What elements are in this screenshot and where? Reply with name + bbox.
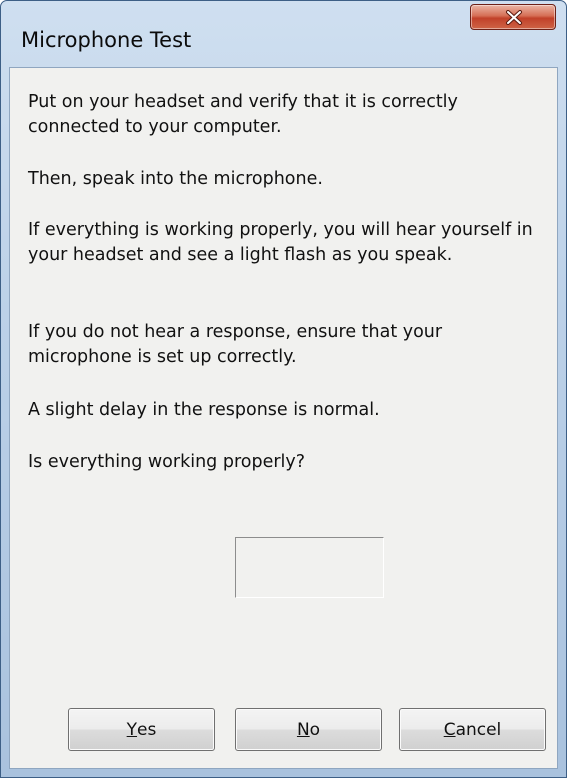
instruction-no-response: If you do not hear a response, ensure th…	[28, 322, 443, 367]
microphone-test-dialog: Microphone Test Put on your headset and …	[0, 0, 567, 778]
instruction-speak: Then, speak into the microphone.	[28, 169, 323, 189]
yes-button-accelerator: Y	[126, 719, 138, 740]
no-button-accelerator: N	[296, 719, 310, 740]
cancel-button[interactable]: Cancel	[399, 708, 546, 751]
dialog-body: Put on your headset and verify that it i…	[9, 67, 558, 769]
instruction-working: If everything is working properly, you w…	[28, 220, 533, 265]
yes-button-label: es	[137, 719, 157, 740]
no-button[interactable]: No	[235, 708, 382, 751]
close-button[interactable]	[470, 4, 556, 30]
instruction-headset: Put on your headset and verify that it i…	[28, 92, 458, 137]
close-icon	[506, 10, 522, 25]
window-title: Microphone Test	[21, 28, 192, 52]
instruction-delay: A slight delay in the response is normal…	[28, 400, 380, 420]
question-working-properly: Is everything working properly?	[28, 452, 306, 472]
title-bar[interactable]: Microphone Test	[1, 1, 566, 67]
yes-button[interactable]: Yes	[68, 708, 215, 751]
cancel-button-accelerator: C	[443, 719, 456, 740]
no-button-label: o	[309, 719, 321, 740]
cancel-button-label: ancel	[455, 719, 502, 740]
microphone-level-indicator	[235, 537, 384, 598]
